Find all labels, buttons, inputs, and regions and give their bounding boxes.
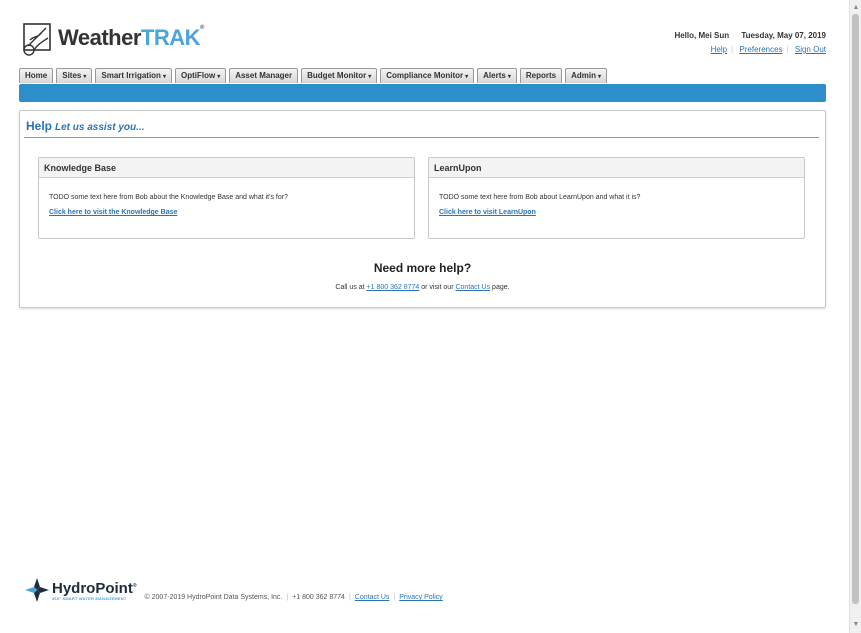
tab-asset-manager-label: Asset Manager <box>235 71 293 80</box>
page-subtitle: Let us assist you... <box>55 122 145 133</box>
tab-reports-label: Reports <box>525 71 557 80</box>
tab-sites-label: Sites <box>62 71 82 80</box>
header: WeatherTRAK® Hello, Mei Sun Tuesday, May… <box>0 0 849 70</box>
tab-reports[interactable]: Reports <box>519 68 563 83</box>
separator: | <box>286 594 289 601</box>
card-description: TODO some text here from Bob about Learn… <box>439 194 641 201</box>
help-link[interactable]: Help <box>711 45 727 54</box>
footer-registered-mark: ® <box>132 583 137 589</box>
tab-alerts[interactable]: Alerts ▾ <box>477 68 517 83</box>
separator: | <box>786 45 789 54</box>
contact-line: Call us at +1 800 362 8774 or visit our … <box>20 284 825 291</box>
user-greeting: Hello, Mei Sun <box>674 31 730 40</box>
divider <box>24 137 819 138</box>
need-help-heading: Need more help? <box>373 261 472 275</box>
logo-text-trak: TRAK <box>140 25 201 50</box>
current-date: Tuesday, May 07, 2019 <box>741 31 826 40</box>
logo-text-weather: Weather <box>58 25 141 50</box>
tab-smart-irrigation-label: Smart Irrigation <box>101 71 161 80</box>
main-nav: Home Sites ▾ Smart Irrigation ▾ OptiFlow ▾ … <box>19 68 610 83</box>
footer-logo-name: HydroPoint <box>52 580 133 597</box>
chevron-down-icon: ▾ <box>217 74 221 80</box>
footer: HydroPoint® 360° SMART WATER MANAGEMENT … <box>25 578 443 602</box>
call-suffix: page. <box>490 284 510 291</box>
tab-compliance-monitor[interactable]: Compliance Monitor ▾ <box>380 68 475 83</box>
hydropoint-logo[interactable]: HydroPoint® 360° SMART WATER MANAGEMENT <box>25 578 137 602</box>
page-title-text: Help <box>26 119 53 133</box>
card-title: Knowledge Base <box>39 158 414 178</box>
weathertrak-logo[interactable]: WeatherTRAK® <box>20 20 204 56</box>
tab-home[interactable]: Home <box>19 68 54 83</box>
help-panel: Help Let us assist you... Knowledge Base … <box>19 110 826 308</box>
separator: | <box>393 594 396 601</box>
tab-compliance-monitor-label: Compliance Monitor <box>386 71 464 80</box>
card-title: LearnUpon <box>429 158 804 178</box>
hydropoint-logo-icon <box>25 578 49 602</box>
sign-out-link[interactable]: Sign Out <box>795 45 826 54</box>
preferences-link[interactable]: Preferences <box>739 45 782 54</box>
user-area: Hello, Mei Sun Tuesday, May 07, 2019 Hel… <box>664 31 826 54</box>
weathertrak-logo-icon <box>23 23 51 56</box>
chevron-down-icon: ▾ <box>465 74 469 80</box>
tab-optiflow-label: OptiFlow <box>180 71 216 80</box>
learnupon-link[interactable]: Click here to visit LearnUpon <box>439 209 794 216</box>
learnupon-card: LearnUpon TODO some text here from Bob a… <box>428 157 805 239</box>
registered-mark: ® <box>200 25 204 31</box>
tab-asset-manager[interactable]: Asset Manager <box>229 68 299 83</box>
separator: | <box>731 45 734 54</box>
vertical-scrollbar[interactable]: ▲ ▼ <box>849 0 861 633</box>
tab-admin-label: Admin <box>571 71 596 80</box>
copyright: © 2007-2019 HydroPoint Data Systems, Inc… <box>144 594 283 601</box>
footer-contact-link[interactable]: Contact Us <box>355 594 390 601</box>
scroll-up-icon[interactable]: ▲ <box>850 2 861 14</box>
footer-phone: +1 800 362 8774 <box>292 594 345 601</box>
knowledge-base-link[interactable]: Click here to visit the Knowledge Base <box>49 209 404 216</box>
tab-sites[interactable]: Sites ▾ <box>56 68 93 83</box>
chevron-down-icon: ▾ <box>597 74 601 80</box>
scrollbar-thumb[interactable] <box>852 14 859 604</box>
tab-smart-irrigation[interactable]: Smart Irrigation ▾ <box>95 68 172 83</box>
phone-link[interactable]: +1 800 362 8774 <box>367 284 420 291</box>
card-description: TODO some text here from Bob about the K… <box>49 194 288 201</box>
tab-budget-monitor[interactable]: Budget Monitor ▾ <box>301 68 378 83</box>
footer-meta: © 2007-2019 HydroPoint Data Systems, Inc… <box>145 594 443 601</box>
logo-text: WeatherTRAK® <box>58 25 204 51</box>
tab-alerts-label: Alerts <box>483 71 506 80</box>
tab-budget-monitor-label: Budget Monitor <box>307 71 367 80</box>
knowledge-base-card: Knowledge Base TODO some text here from … <box>38 157 415 239</box>
tab-admin[interactable]: Admin ▾ <box>565 68 607 83</box>
privacy-policy-link[interactable]: Privacy Policy <box>399 594 443 601</box>
chevron-down-icon: ▾ <box>368 74 372 80</box>
call-prefix: Call us at <box>335 284 367 291</box>
page-title: Help Let us assist you... <box>26 119 145 133</box>
tab-home-label: Home <box>25 71 48 80</box>
chevron-down-icon: ▾ <box>507 74 511 80</box>
contact-us-link[interactable]: Contact Us <box>455 284 490 291</box>
separator: | <box>348 594 351 601</box>
call-middle: or visit our <box>419 284 456 291</box>
scroll-down-icon[interactable]: ▼ <box>850 619 861 631</box>
tab-optiflow[interactable]: OptiFlow ▾ <box>174 68 227 83</box>
chevron-down-icon: ▾ <box>83 74 87 80</box>
subnav-bar <box>19 84 826 102</box>
chevron-down-icon: ▾ <box>162 74 166 80</box>
footer-tagline: 360° SMART WATER MANAGEMENT <box>52 596 127 601</box>
